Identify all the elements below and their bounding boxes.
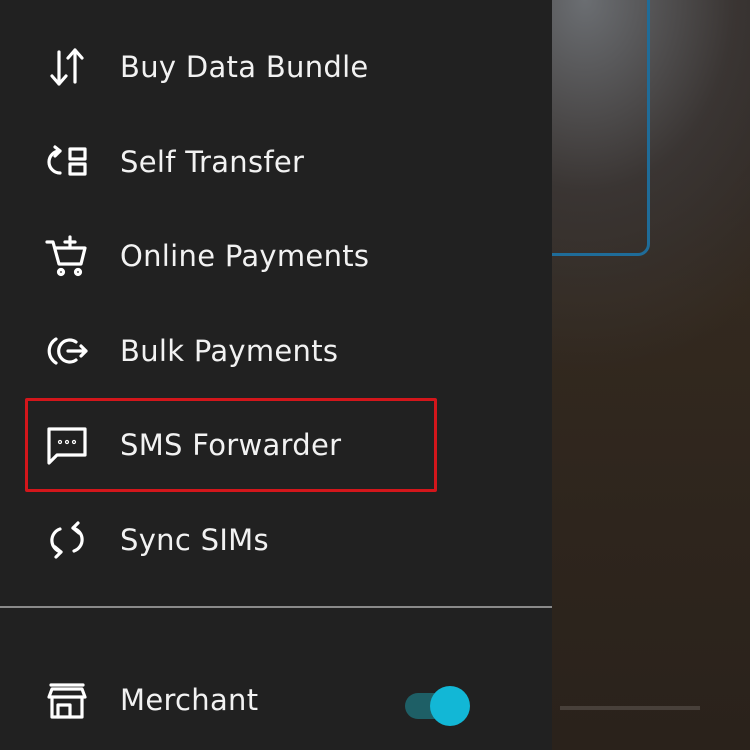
toggle-thumb — [430, 686, 470, 726]
cart-add-icon — [44, 233, 90, 279]
drawer-divider — [0, 606, 552, 608]
menu-item-buy-data-bundle[interactable]: Buy Data Bundle — [0, 20, 552, 114]
menu-item-label: Sync SIMs — [120, 523, 269, 557]
menu-item-sms-forwarder[interactable]: SMS Forwarder — [0, 398, 552, 492]
bulk-payment-icon — [44, 328, 90, 374]
navigation-drawer: Buy Data Bundle Self Transfer Online Pay… — [0, 0, 552, 750]
menu-item-label: Online Payments — [120, 239, 370, 273]
menu-item-self-transfer[interactable]: Self Transfer — [0, 115, 552, 209]
sync-icon — [44, 517, 90, 563]
background-divider — [560, 706, 700, 710]
self-transfer-icon — [44, 139, 90, 185]
menu-item-label: Bulk Payments — [120, 334, 339, 368]
store-icon — [44, 677, 90, 723]
menu-item-sync-sims[interactable]: Sync SIMs — [0, 493, 552, 587]
menu-item-label: SMS Forwarder — [120, 428, 342, 462]
menu-item-online-payments[interactable]: Online Payments — [0, 209, 552, 303]
merchant-toggle[interactable] — [405, 686, 470, 726]
menu-item-bulk-payments[interactable]: Bulk Payments — [0, 304, 552, 398]
merchant-label: Merchant — [120, 683, 259, 717]
swap-vertical-icon — [44, 44, 90, 90]
app-screen: Buy Data Bundle Self Transfer Online Pay… — [0, 0, 750, 750]
menu-item-label: Self Transfer — [120, 145, 305, 179]
menu-item-label: Buy Data Bundle — [120, 50, 369, 84]
message-dots-icon — [44, 422, 90, 468]
